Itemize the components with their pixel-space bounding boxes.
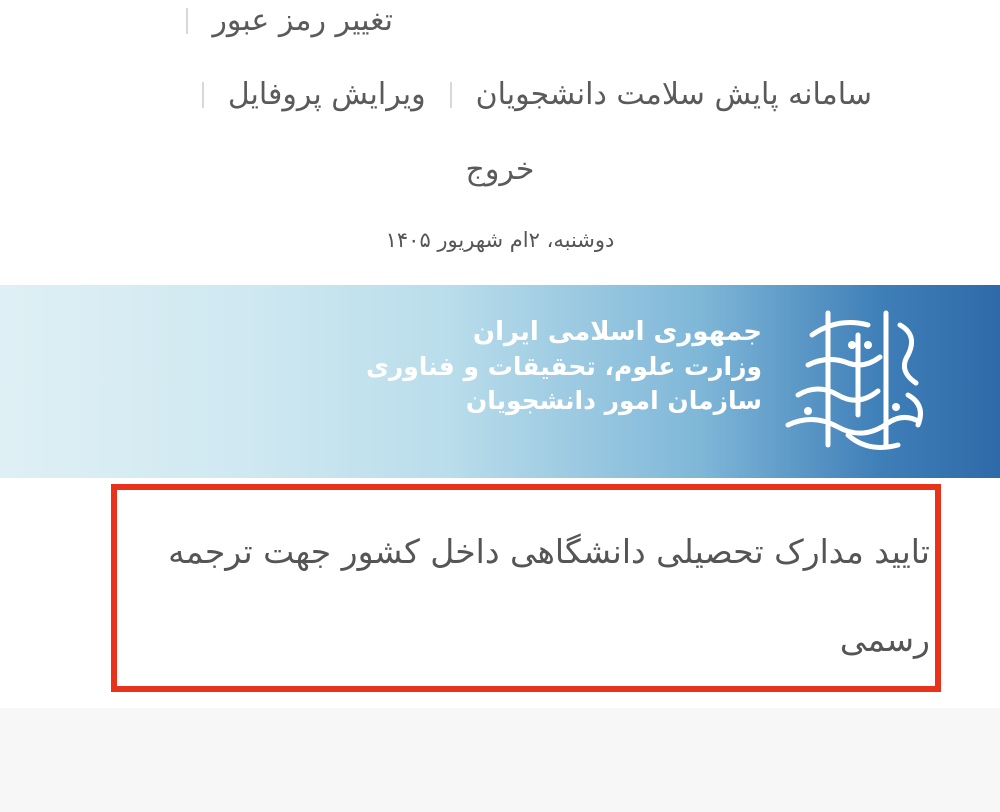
banner-text: جمهوری اسلامی ایران وزارت علوم، تحقیقات …	[366, 315, 762, 418]
nav-row-2: سامانه پایش سلامت دانشجویان ویرایش پروفا…	[178, 80, 872, 110]
change-password-link[interactable]: تغییر رمز عبور	[212, 6, 393, 36]
current-date: دوشنبه، ۲ام شهریور ۱۴۰۵	[385, 228, 615, 252]
health-monitoring-link[interactable]: سامانه پایش سلامت دانشجویان	[476, 80, 872, 110]
service-title[interactable]: تایید مدارک تحصیلی دانشگاهی داخل کشور جه…	[140, 508, 930, 684]
nav-separator	[186, 8, 189, 34]
student-affairs-emblem-icon	[785, 310, 923, 450]
logout-link[interactable]: خروج	[466, 152, 535, 187]
banner-line-organization: سازمان امور دانشجویان	[465, 385, 762, 415]
nav-row-1: تغییر رمز عبور	[186, 6, 393, 36]
ministry-banner: جمهوری اسلامی ایران وزارت علوم، تحقیقات …	[0, 285, 1000, 478]
banner-line-country: جمهوری اسلامی ایران	[472, 317, 762, 347]
page: تغییر رمز عبور سامانه پایش سلامت دانشجوی…	[0, 0, 1000, 812]
nav-separator	[449, 82, 452, 108]
edit-profile-link[interactable]: ویرایش پروفایل	[228, 80, 426, 110]
banner-line-ministry: وزارت علوم، تحقیقات و فناوری	[365, 352, 762, 382]
header-nav: تغییر رمز عبور سامانه پایش سلامت دانشجوی…	[0, 0, 1000, 285]
nav-row-3: خروج	[0, 152, 1000, 187]
content-area: تایید مدارک تحصیلی دانشگاهی داخل کشور جه…	[0, 478, 1000, 708]
nav-separator	[201, 82, 204, 108]
